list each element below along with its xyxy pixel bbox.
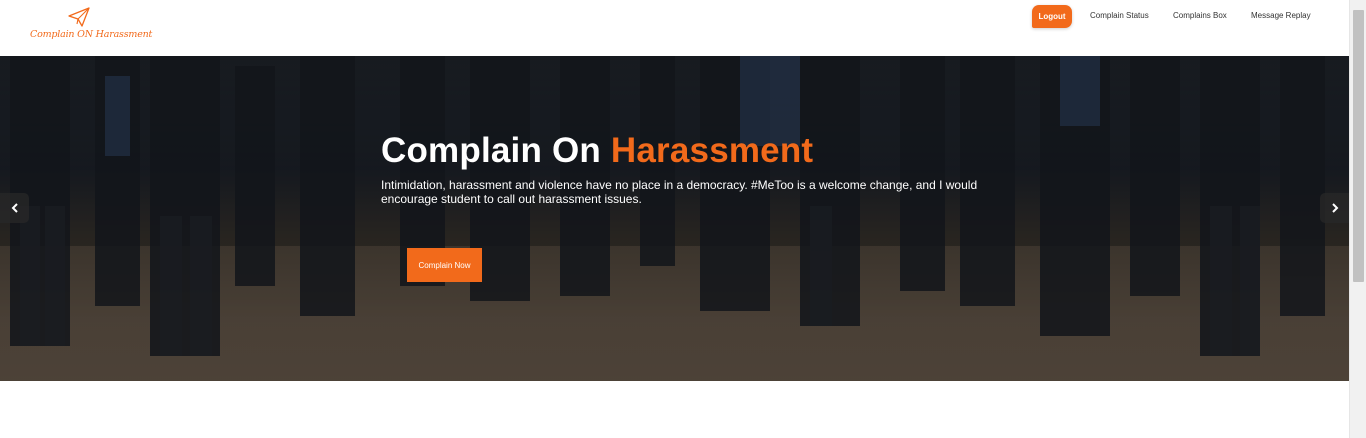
chevron-right-icon <box>1331 203 1338 213</box>
site-logo[interactable]: Complain ON Harassment <box>30 6 152 46</box>
nav-message-replay[interactable]: Message Replay <box>1251 11 1311 20</box>
hero-description: Intimidation, harassment and violence ha… <box>381 178 978 206</box>
nav-complains-box[interactable]: Complains Box <box>1173 11 1227 20</box>
hero-carousel: Complain On Harassment Intimidation, har… <box>0 56 1349 381</box>
carousel-prev-button[interactable] <box>0 193 29 223</box>
nav-complain-status[interactable]: Complain Status <box>1090 11 1149 20</box>
paper-plane-icon <box>68 7 90 27</box>
hero-title: Complain On Harassment <box>381 131 814 170</box>
complain-now-button[interactable]: Complain Now <box>407 248 482 282</box>
site-header: Complain ON Harassment Logout Complain S… <box>0 0 1349 56</box>
logout-button[interactable]: Logout <box>1032 5 1072 28</box>
carousel-next-button[interactable] <box>1320 193 1349 223</box>
hero-title-accent: Harassment <box>610 131 814 170</box>
chevron-left-icon <box>11 203 18 213</box>
scrollbar-thumb[interactable] <box>1353 10 1364 282</box>
page-scrollbar[interactable] <box>1349 0 1366 438</box>
brand-name: Complain ON Harassment <box>30 29 153 40</box>
hero-dark-overlay <box>0 56 1349 381</box>
